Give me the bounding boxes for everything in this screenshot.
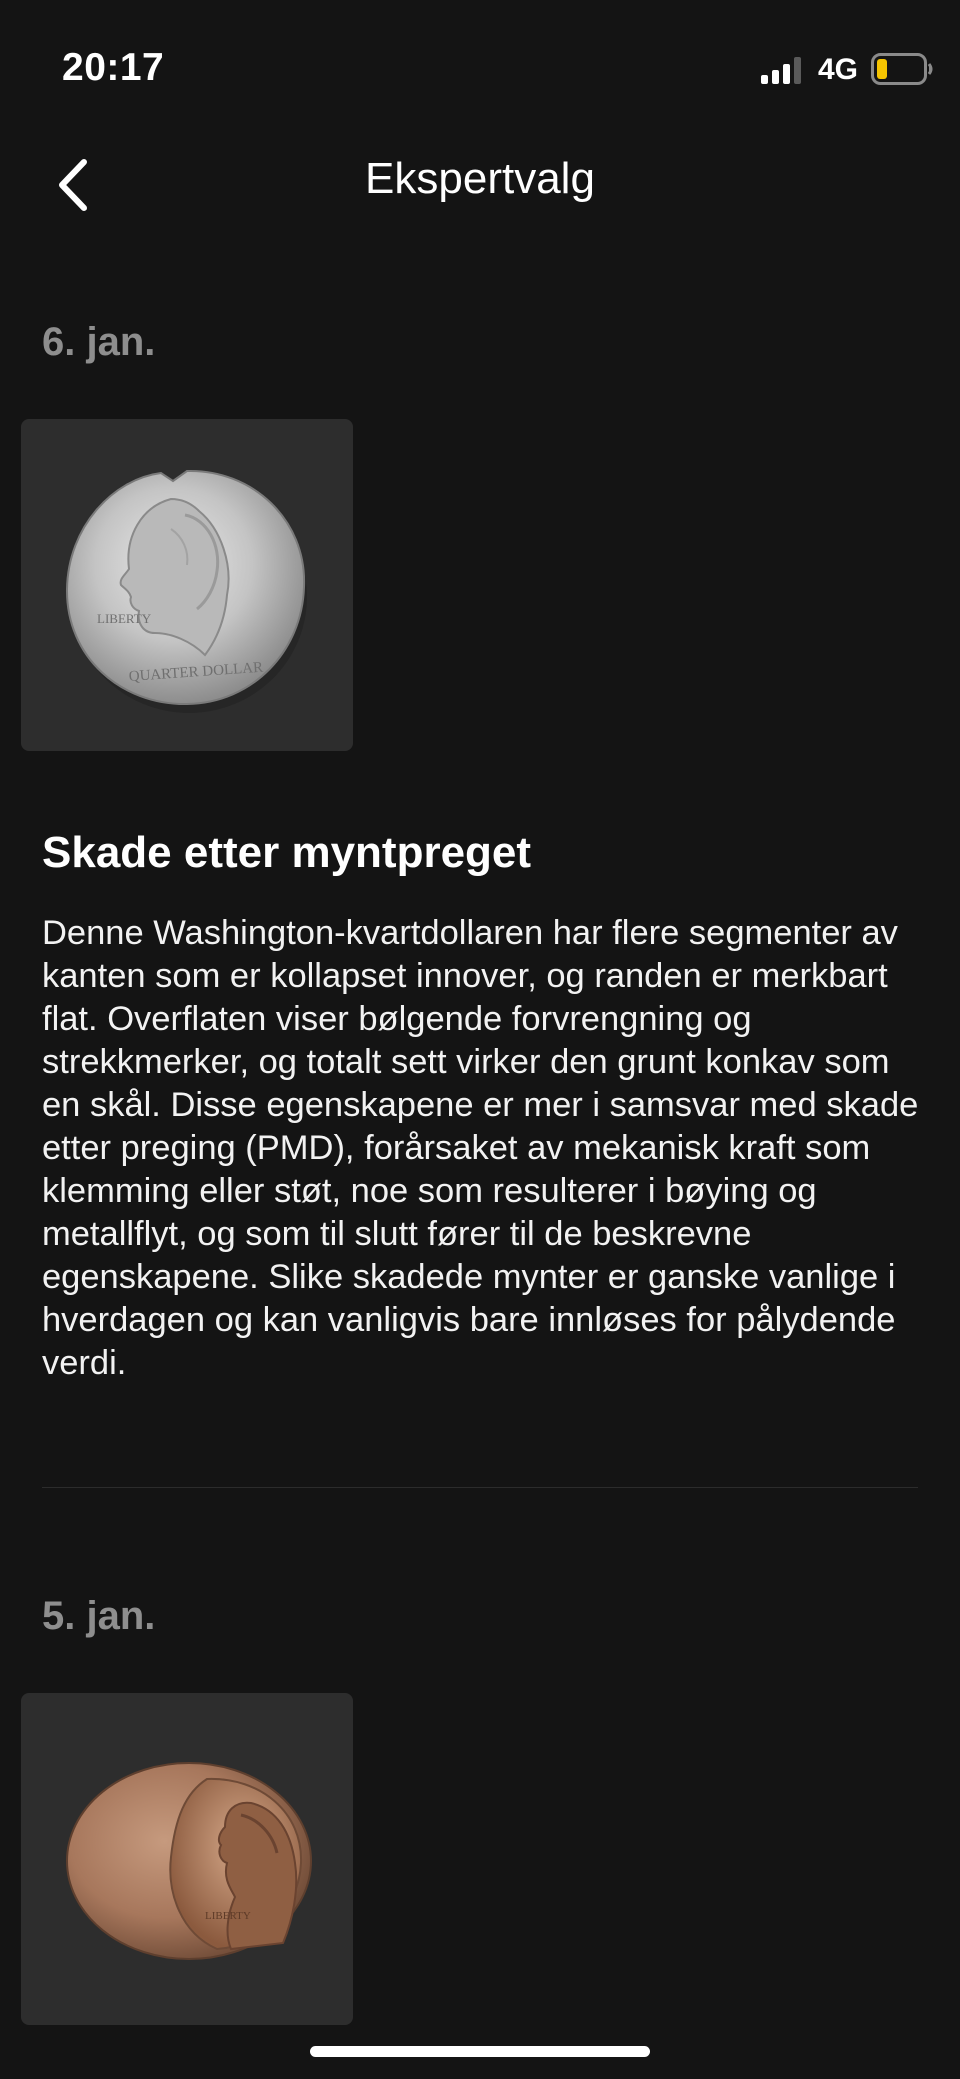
coin-image-quarter[interactable]: LIBERTY QUARTER DOLLAR bbox=[21, 419, 353, 751]
coin-image-penny[interactable]: LIBERTY bbox=[21, 1693, 353, 2025]
status-bar: 20:17 4G bbox=[0, 0, 960, 140]
coin-text-liberty: LIBERTY bbox=[205, 1910, 251, 1922]
entry-date: 5. jan. bbox=[42, 1594, 156, 1638]
battery-low-icon bbox=[871, 53, 933, 85]
status-time: 20:17 bbox=[62, 46, 165, 89]
entry-title: Skade etter myntpreget bbox=[42, 828, 532, 877]
coin-photo: LIBERTY bbox=[66, 1762, 312, 1960]
entry-description: Denne Washington-kvartdollaren har flere… bbox=[42, 914, 919, 1382]
network-label: 4G bbox=[818, 53, 859, 86]
home-indicator[interactable] bbox=[310, 2046, 650, 2057]
page-title: Ekspertvalg bbox=[365, 154, 595, 203]
coin-text-liberty: LIBERTY bbox=[97, 611, 152, 626]
divider bbox=[42, 1487, 918, 1488]
cellular-signal-icon bbox=[761, 57, 801, 84]
entry-date: 6. jan. bbox=[42, 320, 156, 364]
coin-photo: LIBERTY QUARTER DOLLAR bbox=[65, 469, 307, 713]
